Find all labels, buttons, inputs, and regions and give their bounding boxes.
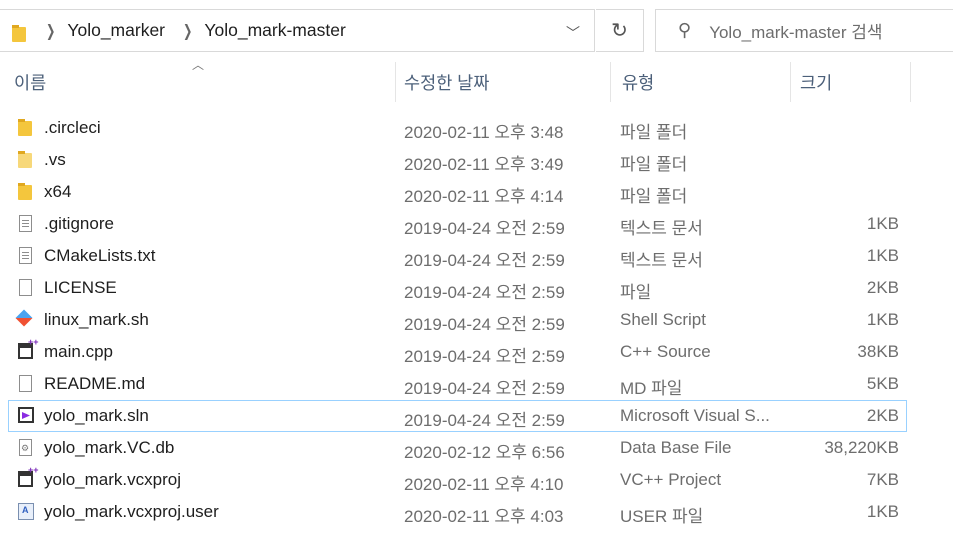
column-header: ︿ 이름 수정한 날짜 유형 크기 — [0, 58, 953, 102]
blank-file-icon — [16, 374, 36, 394]
folder-icon — [16, 182, 36, 202]
file-type: USER 파일 — [620, 507, 704, 526]
file-date: 2020-02-11 오후 4:10 — [404, 475, 564, 494]
text-file-icon — [16, 214, 36, 234]
file-name: yolo_mark.sln — [44, 406, 149, 425]
file-date: 2020-02-11 오후 3:48 — [404, 123, 564, 142]
file-size: 2KB — [866, 406, 899, 425]
file-size: 38,220KB — [824, 438, 899, 457]
file-name: yolo_mark.vcxproj.user — [44, 502, 219, 521]
blank-file-icon — [16, 278, 36, 298]
file-row[interactable]: README.md 2019-04-24 오전 2:59 MD 파일 5KB — [0, 368, 953, 400]
file-list: .circleci 2020-02-11 오후 3:48 파일 폴더 .vs 2… — [0, 112, 953, 528]
file-name: README.md — [44, 374, 146, 393]
file-date: 2019-04-24 오전 2:59 — [404, 411, 565, 430]
git-script-icon — [15, 309, 36, 330]
file-date: 2020-02-11 오후 3:49 — [404, 155, 564, 174]
file-row[interactable]: x64 2020-02-11 오후 4:14 파일 폴더 — [0, 176, 953, 208]
file-name: linux_mark.sh — [44, 310, 149, 329]
file-size: 1KB — [866, 214, 899, 233]
chevron-right-icon[interactable]: ❯ — [183, 21, 192, 41]
column-date[interactable]: 수정한 날짜 — [404, 70, 489, 95]
file-date: 2019-04-24 오전 2:59 — [404, 315, 565, 334]
file-date: 2020-02-12 오후 6:56 — [404, 443, 565, 462]
folder-icon — [10, 24, 28, 42]
chevron-right-icon[interactable]: ❯ — [46, 21, 55, 41]
column-divider[interactable] — [790, 62, 791, 102]
file-date: 2020-02-11 오후 4:03 — [404, 507, 564, 526]
file-type: 텍스트 문서 — [620, 219, 703, 238]
column-divider[interactable] — [910, 62, 911, 102]
file-date: 2019-04-24 오전 2:59 — [404, 219, 565, 238]
file-size: 38KB — [857, 342, 899, 361]
file-row[interactable]: ++ yolo_mark.vcxproj 2020-02-11 오후 4:10 … — [0, 464, 953, 496]
file-type: 파일 폴더 — [620, 155, 688, 174]
file-row[interactable]: linux_mark.sh 2019-04-24 오전 2:59 Shell S… — [0, 304, 953, 336]
chevron-down-icon[interactable]: ﹀ — [566, 23, 580, 43]
file-name: .vs — [44, 150, 66, 169]
file-name: x64 — [44, 182, 72, 201]
search-input[interactable]: Yolo_mark-master 검색 — [709, 18, 882, 43]
folder-light-icon — [16, 150, 36, 170]
breadcrumb-item[interactable]: Yolo_marker — [67, 20, 165, 41]
sort-ascending-icon: ︿ — [192, 58, 205, 72]
refresh-icon: ↻ — [611, 20, 628, 42]
file-type: 파일 폴더 — [620, 187, 688, 206]
file-row[interactable]: yolo_mark.VC.db 2020-02-12 오후 6:56 Data … — [0, 432, 953, 464]
file-row-selected[interactable]: yolo_mark.sln 2019-04-24 오전 2:59 Microso… — [8, 400, 907, 432]
file-type: MD 파일 — [620, 379, 683, 398]
file-size: 1KB — [866, 502, 899, 521]
file-name: .circleci — [44, 118, 101, 137]
text-file-icon — [16, 246, 36, 266]
file-type: VC++ Project — [620, 470, 722, 489]
user-file-icon — [16, 502, 36, 522]
breadcrumb-item[interactable]: Yolo_mark-master — [204, 20, 345, 41]
cpp-file-icon: ++ — [16, 337, 39, 362]
file-date: 2019-04-24 오전 2:59 — [404, 283, 565, 302]
file-type: Shell Script — [620, 310, 706, 329]
database-file-icon — [16, 438, 36, 458]
file-size: 2KB — [866, 278, 899, 297]
file-name: main.cpp — [44, 342, 113, 361]
file-row[interactable]: .circleci 2020-02-11 오후 3:48 파일 폴더 — [0, 112, 953, 144]
file-name: LICENSE — [44, 278, 117, 297]
refresh-button[interactable]: ↻ — [596, 9, 644, 52]
file-name: CMakeLists.txt — [44, 246, 156, 265]
file-row[interactable]: LICENSE 2019-04-24 오전 2:59 파일 2KB — [0, 272, 953, 304]
file-date: 2019-04-24 오전 2:59 — [404, 379, 565, 398]
file-size: 5KB — [866, 374, 899, 393]
search-icon: ⚲ — [678, 20, 692, 40]
file-type: 파일 — [620, 283, 652, 302]
file-size: 7KB — [866, 470, 899, 489]
file-date: 2019-04-24 오전 2:59 — [404, 347, 565, 366]
file-size: 1KB — [866, 310, 899, 329]
search-box[interactable]: ⚲ Yolo_mark-master 검색 — [655, 9, 953, 52]
column-name[interactable]: 이름 — [14, 70, 46, 95]
file-name: yolo_mark.vcxproj — [44, 470, 181, 489]
file-row[interactable]: .vs 2020-02-11 오후 3:49 파일 폴더 — [0, 144, 953, 176]
file-date: 2019-04-24 오전 2:59 — [404, 251, 565, 270]
file-type: Data Base File — [620, 438, 732, 457]
column-size[interactable]: 크기 — [800, 70, 832, 95]
file-type: C++ Source — [620, 342, 711, 361]
file-row[interactable]: yolo_mark.vcxproj.user 2020-02-11 오후 4:0… — [0, 496, 953, 528]
file-row[interactable]: CMakeLists.txt 2019-04-24 오전 2:59 텍스트 문서… — [0, 240, 953, 272]
file-name: yolo_mark.VC.db — [44, 438, 175, 457]
file-type: 파일 폴더 — [620, 123, 688, 142]
address-bar[interactable]: ❯ Yolo_marker ❯ Yolo_mark-master ﹀ — [0, 9, 595, 52]
folder-icon — [16, 118, 36, 138]
visual-studio-icon — [16, 406, 36, 426]
file-type: 텍스트 문서 — [620, 251, 703, 270]
file-row[interactable]: .gitignore 2019-04-24 오전 2:59 텍스트 문서 1KB — [0, 208, 953, 240]
vcxproj-icon: ++ — [16, 465, 39, 490]
column-type[interactable]: 유형 — [622, 70, 654, 95]
file-type: Microsoft Visual S... — [620, 406, 770, 425]
column-divider[interactable] — [610, 62, 611, 102]
file-name: .gitignore — [44, 214, 114, 233]
file-date: 2020-02-11 오후 4:14 — [404, 187, 564, 206]
column-divider[interactable] — [395, 62, 396, 102]
file-row[interactable]: ++ main.cpp 2019-04-24 오전 2:59 C++ Sourc… — [0, 336, 953, 368]
file-size: 1KB — [866, 246, 899, 265]
